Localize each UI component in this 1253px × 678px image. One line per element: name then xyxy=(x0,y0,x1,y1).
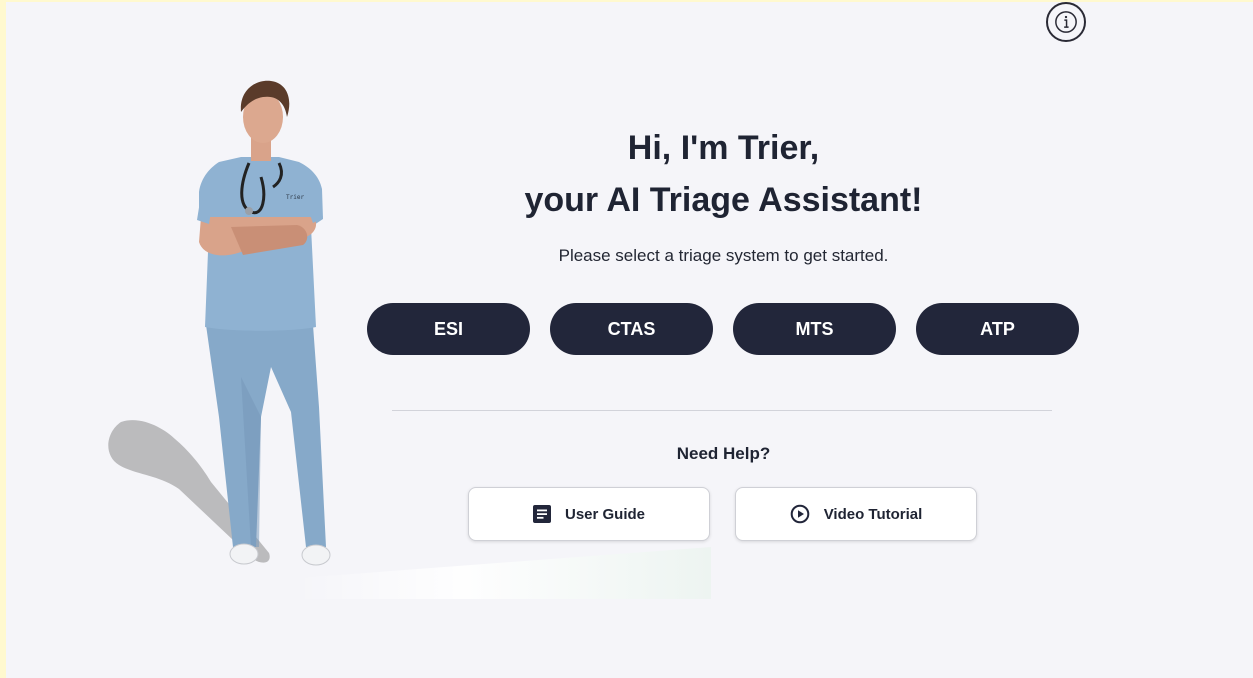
document-icon xyxy=(532,505,551,523)
triage-system-buttons: ESI CTAS MTS ATP xyxy=(367,303,1079,355)
avatar-badge-text: Trier xyxy=(286,194,304,201)
triage-system-esi-button[interactable]: ESI xyxy=(367,303,530,355)
divider xyxy=(392,410,1052,411)
help-title: Need Help? xyxy=(676,444,771,463)
nurse-avatar: Trier xyxy=(108,80,331,566)
triage-system-mts-button[interactable]: MTS xyxy=(733,303,896,355)
play-circle-icon xyxy=(790,504,809,524)
subtitle: Please select a triage system to get sta… xyxy=(558,246,889,265)
user-guide-button[interactable]: User Guide xyxy=(468,487,710,541)
triage-system-atp-button[interactable]: ATP xyxy=(916,303,1079,355)
video-tutorial-button[interactable]: Video Tutorial xyxy=(735,487,977,541)
triage-system-ctas-button[interactable]: CTAS xyxy=(550,303,713,355)
floor-highlight xyxy=(296,547,711,599)
page-title: Hi, I'm Trier, your AI Triage Assistant! xyxy=(366,122,1081,226)
title-line-1: Hi, I'm Trier, xyxy=(627,129,820,167)
info-circle-icon xyxy=(1055,11,1077,33)
info-button[interactable] xyxy=(1046,2,1086,42)
video-tutorial-label: Video Tutorial xyxy=(823,505,923,523)
title-line-2: your AI Triage Assistant! xyxy=(524,181,923,219)
user-guide-label: User Guide xyxy=(564,505,646,523)
help-buttons: User Guide Video Tutorial xyxy=(468,487,977,541)
